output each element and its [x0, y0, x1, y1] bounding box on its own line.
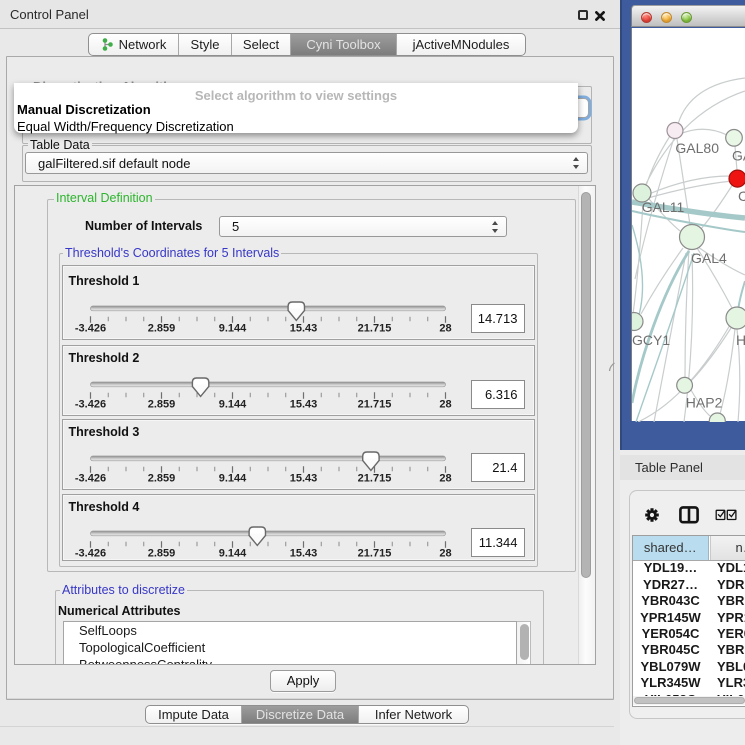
svg-text:9.144: 9.144: [218, 548, 246, 560]
svg-text:28: 28: [439, 473, 451, 485]
svg-text:28: 28: [439, 399, 451, 411]
svg-text:2.859: 2.859: [147, 548, 175, 560]
svg-text:-3.426: -3.426: [74, 323, 105, 335]
svg-text:-3.426: -3.426: [74, 473, 105, 485]
svg-text:28: 28: [439, 548, 451, 560]
svg-text:9.144: 9.144: [218, 473, 246, 485]
svg-text:9.144: 9.144: [218, 399, 246, 411]
svg-text:-3.426: -3.426: [74, 399, 105, 411]
svg-text:2.859: 2.859: [147, 399, 175, 411]
svg-text:21.715: 21.715: [357, 473, 391, 485]
svg-text:C: C: [738, 188, 745, 204]
svg-text:GAL80: GAL80: [675, 140, 719, 156]
svg-text:15.43: 15.43: [289, 548, 317, 560]
svg-text:15.43: 15.43: [289, 473, 317, 485]
svg-text:9.144: 9.144: [218, 323, 246, 335]
svg-text:21.715: 21.715: [357, 323, 391, 335]
svg-text:HA: HA: [736, 332, 745, 348]
svg-text:GAL4: GAL4: [691, 250, 727, 266]
svg-text:21.715: 21.715: [357, 399, 391, 411]
svg-text:2.859: 2.859: [147, 473, 175, 485]
svg-text:GA: GA: [732, 148, 745, 164]
svg-text:21.715: 21.715: [357, 548, 391, 560]
svg-text:2.859: 2.859: [147, 323, 175, 335]
svg-text:HAP2: HAP2: [686, 395, 723, 411]
svg-text:28: 28: [439, 323, 451, 335]
svg-text:-3.426: -3.426: [74, 548, 105, 560]
svg-text:GCY1: GCY1: [632, 332, 670, 348]
svg-text:15.43: 15.43: [289, 399, 317, 411]
svg-text:15.43: 15.43: [289, 323, 317, 335]
svg-text:GAL11: GAL11: [642, 199, 685, 215]
